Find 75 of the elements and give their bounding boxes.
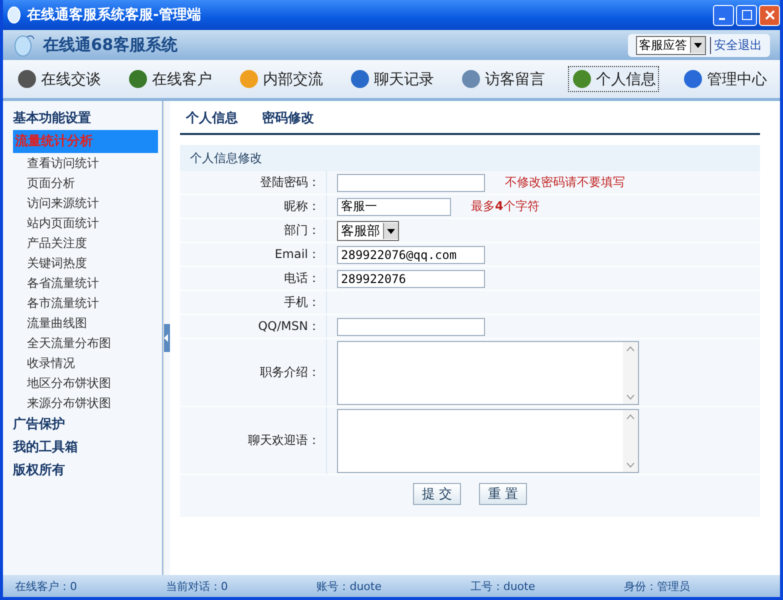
field-hint: 最多4个字符 bbox=[471, 198, 540, 215]
sidebar-item[interactable]: 全天流量分布图 bbox=[13, 333, 158, 353]
sidebar-section[interactable]: 版权所有 bbox=[13, 459, 158, 482]
status-text: 当前对话：0 bbox=[166, 578, 228, 594]
sidebar-item[interactable]: 各省流量统计 bbox=[13, 273, 158, 293]
form-button[interactable]: 重 置 bbox=[479, 483, 528, 505]
sidebar-section[interactable]: 我的工具箱 bbox=[13, 436, 158, 459]
nav-tab[interactable]: 内部交流 bbox=[235, 66, 326, 92]
nav-tab[interactable]: 在线交谈 bbox=[13, 66, 104, 92]
text-area[interactable] bbox=[337, 408, 639, 472]
sidebar-section[interactable]: 基本功能设置 bbox=[13, 107, 158, 130]
sidebar-item[interactable]: 页面分析 bbox=[13, 173, 158, 193]
mouse-icon bbox=[13, 33, 35, 57]
field-label: 登陆密码： bbox=[260, 174, 320, 191]
input-field[interactable]: 289922076 bbox=[337, 270, 485, 288]
field-label: 电话： bbox=[284, 270, 320, 287]
sidebar-item[interactable]: 关键词热度 bbox=[13, 253, 158, 273]
field-label: 聊天欢迎语： bbox=[248, 432, 320, 449]
minimize-button[interactable] bbox=[713, 4, 734, 26]
field-hint: 不修改密码请不要填写 bbox=[505, 174, 625, 191]
field-label: 昵称： bbox=[284, 198, 320, 215]
sidebar-item[interactable]: 地区分布饼状图 bbox=[13, 373, 158, 393]
app-title: 在线通68客服系统 bbox=[43, 34, 178, 56]
input-field[interactable] bbox=[337, 174, 485, 192]
close-icon bbox=[764, 10, 774, 20]
input-field[interactable]: 289922076@qq.com bbox=[337, 246, 485, 264]
tab[interactable]: 密码修改 bbox=[262, 109, 314, 127]
app-icon bbox=[7, 6, 21, 24]
scrollbar[interactable] bbox=[623, 342, 638, 404]
nav-tab[interactable]: 聊天记录 bbox=[346, 66, 437, 92]
sidebar-section[interactable]: 广告保护 bbox=[13, 413, 158, 436]
field-label: 手机： bbox=[284, 294, 320, 311]
status-text: 在线客户：0 bbox=[15, 578, 77, 594]
nav-tab[interactable]: 在线客户 bbox=[124, 66, 215, 92]
status-select[interactable]: 客服应答 bbox=[636, 36, 706, 54]
maximize-icon bbox=[742, 10, 752, 20]
logout-link[interactable]: 安全退出 bbox=[710, 36, 762, 54]
close-button[interactable] bbox=[759, 4, 780, 26]
window-title: 在线通客服系统客服-管理端 bbox=[27, 6, 201, 24]
status-text: 账号：duote bbox=[316, 578, 382, 594]
scrollbar[interactable] bbox=[623, 410, 638, 472]
field-label: 部门： bbox=[284, 222, 320, 239]
nav-icon bbox=[127, 68, 149, 90]
status-text: 身份：管理员 bbox=[624, 578, 690, 594]
nav-icon bbox=[349, 68, 371, 90]
sidebar-item[interactable]: 收录情况 bbox=[13, 353, 158, 373]
sidebar-item[interactable]: 站内页面统计 bbox=[13, 213, 158, 233]
nav-icon bbox=[460, 68, 482, 90]
text-area[interactable] bbox=[337, 340, 639, 404]
minimize-icon bbox=[719, 18, 725, 20]
field-label: Email： bbox=[274, 246, 320, 263]
maximize-button[interactable] bbox=[736, 4, 757, 26]
sidebar-item[interactable]: 查看访问统计 bbox=[13, 153, 158, 173]
form-button[interactable]: 提 交 bbox=[412, 483, 461, 505]
sidebar-item[interactable]: 产品关注度 bbox=[13, 233, 158, 253]
sidebar-item[interactable]: 访问来源统计 bbox=[13, 193, 158, 213]
department-select[interactable]: 客服部 bbox=[337, 220, 399, 240]
nav-icon bbox=[238, 68, 260, 90]
input-field[interactable]: 客服一 bbox=[337, 198, 451, 216]
nav-icon bbox=[682, 68, 704, 90]
sidebar-item[interactable]: 流量曲线图 bbox=[13, 313, 158, 333]
sidebar-item[interactable]: 各市流量统计 bbox=[13, 293, 158, 313]
field-label: 职务介绍： bbox=[260, 364, 320, 381]
tab[interactable]: 个人信息 bbox=[186, 109, 238, 127]
nav-icon bbox=[571, 68, 593, 90]
field-label: QQ/MSN： bbox=[258, 318, 320, 335]
panel-title: 个人信息修改 bbox=[180, 145, 760, 171]
sidebar-item[interactable]: 来源分布饼状图 bbox=[13, 393, 158, 413]
collapse-handle[interactable] bbox=[164, 324, 170, 352]
nav-tab[interactable]: 个人信息 bbox=[568, 66, 659, 92]
nav-tab[interactable]: 访客留言 bbox=[457, 66, 548, 92]
nav-tab[interactable]: 管理中心 bbox=[679, 66, 770, 92]
status-text: 工号：duote bbox=[470, 578, 536, 594]
input-field[interactable] bbox=[337, 318, 485, 336]
nav-icon bbox=[16, 68, 38, 90]
